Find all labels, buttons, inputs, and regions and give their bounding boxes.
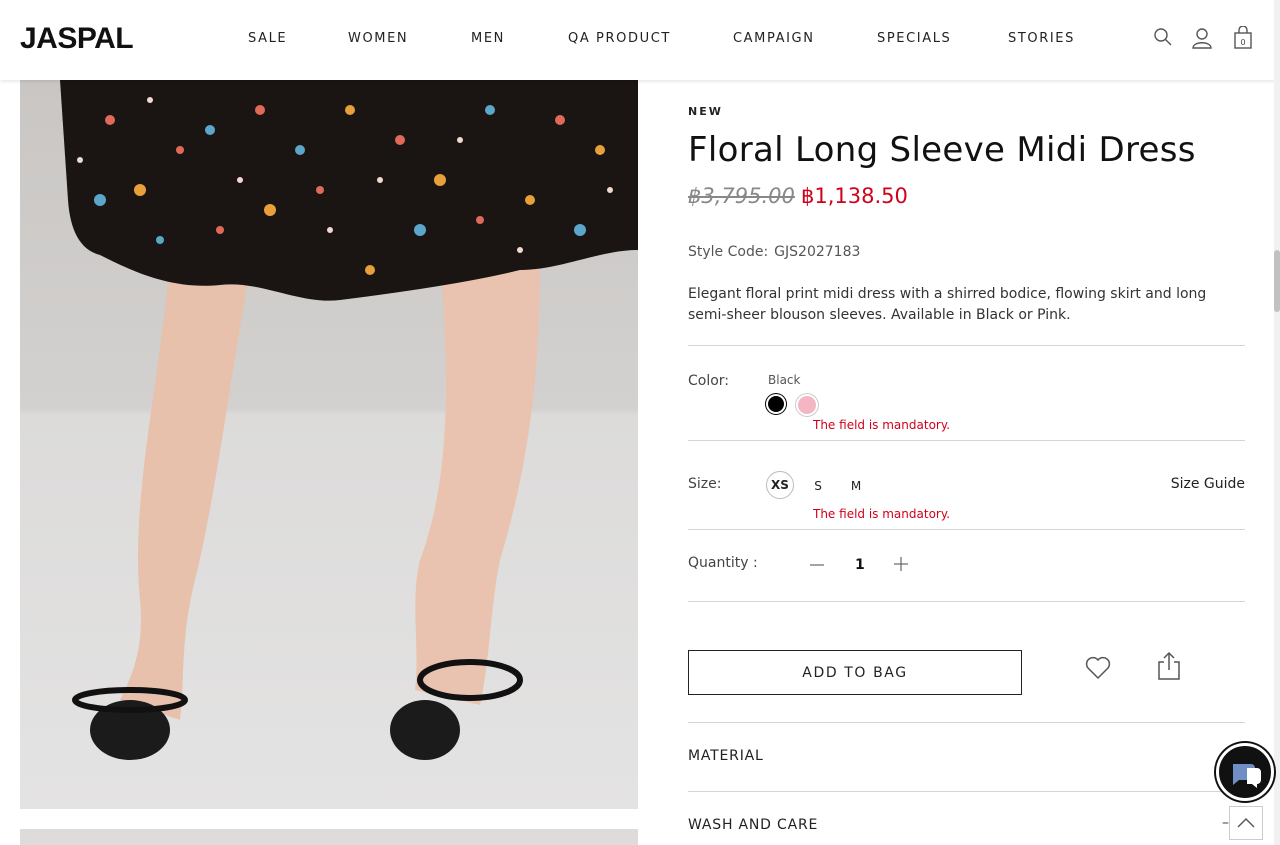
color-label: Color: xyxy=(688,373,730,389)
divider xyxy=(688,791,1245,792)
nav-sale[interactable]: SALE xyxy=(248,31,287,46)
accordion-wash-and-care[interactable]: WASH AND CARE xyxy=(688,817,818,833)
product-description: Elegant floral print midi dress with a s… xyxy=(688,286,1207,323)
new-badge: NEW xyxy=(688,105,723,118)
swatch-black[interactable] xyxy=(768,396,784,412)
size-guide-link[interactable]: Size Guide xyxy=(1171,476,1245,492)
chat-widget-button[interactable] xyxy=(1216,743,1274,801)
product-image[interactable] xyxy=(20,80,638,809)
quantity-label: Quantity : xyxy=(688,555,758,571)
swatch-pink[interactable] xyxy=(798,396,816,414)
price-original: ฿3,795.00 xyxy=(688,184,795,208)
style-code-label: Style Code: xyxy=(688,244,769,260)
nav-stories[interactable]: STORIES xyxy=(1008,31,1075,46)
nav-campaign[interactable]: CAMPAIGN xyxy=(733,31,815,46)
size-error: The field is mandatory. xyxy=(813,507,951,521)
size-option-xs[interactable]: XS xyxy=(766,471,794,499)
nav-specials[interactable]: SPECIALS xyxy=(877,31,951,46)
back-to-top-button[interactable] xyxy=(1229,806,1263,840)
main-nav: SALE WOMEN MEN QA PRODUCT CAMPAIGN SPECI… xyxy=(0,31,1280,51)
divider xyxy=(688,440,1245,441)
nav-women[interactable]: WOMEN xyxy=(348,31,408,46)
nav-men[interactable]: MEN xyxy=(471,31,505,46)
selected-color-name: Black xyxy=(768,373,801,387)
accordion-collapse-icon[interactable]: – xyxy=(1222,815,1229,831)
price-sale: ฿1,138.50 xyxy=(801,184,908,208)
divider xyxy=(688,529,1245,530)
size-option-s[interactable]: S xyxy=(811,473,825,499)
divider xyxy=(688,601,1245,602)
size-option-m[interactable]: M xyxy=(848,473,864,499)
nav-qa-product[interactable]: QA PRODUCT xyxy=(568,31,671,46)
style-code-value: GJS2027183 xyxy=(774,244,861,260)
bag-icon[interactable]: 0 xyxy=(1234,25,1252,54)
divider xyxy=(688,345,1245,346)
quantity-decrease-button[interactable] xyxy=(809,554,825,574)
page-scrollbar[interactable] xyxy=(1274,0,1280,845)
quantity-value[interactable]: 1 xyxy=(855,557,865,573)
quantity-increase-button[interactable] xyxy=(893,554,909,574)
cart-count: 0 xyxy=(1240,38,1245,47)
search-icon[interactable] xyxy=(1153,26,1173,52)
product-title: Floral Long Sleeve Midi Dress xyxy=(688,130,1196,170)
account-icon[interactable] xyxy=(1191,26,1213,54)
scrollbar-thumb[interactable] xyxy=(1274,250,1280,312)
add-to-bag-button[interactable]: ADD TO BAG xyxy=(688,650,1022,695)
product-image-secondary[interactable] xyxy=(20,829,638,845)
accordion-material[interactable]: MATERIAL xyxy=(688,748,764,764)
wishlist-heart-icon[interactable] xyxy=(1085,656,1111,684)
style-code: Style Code: GJS2027183 xyxy=(688,244,860,260)
color-error: The field is mandatory. xyxy=(813,418,951,432)
divider xyxy=(688,722,1245,723)
site-header: JASPAL SALE WOMEN MEN QA PRODUCT CAMPAIG… xyxy=(0,0,1280,80)
share-icon[interactable] xyxy=(1157,651,1181,685)
size-label: Size: xyxy=(688,476,722,492)
